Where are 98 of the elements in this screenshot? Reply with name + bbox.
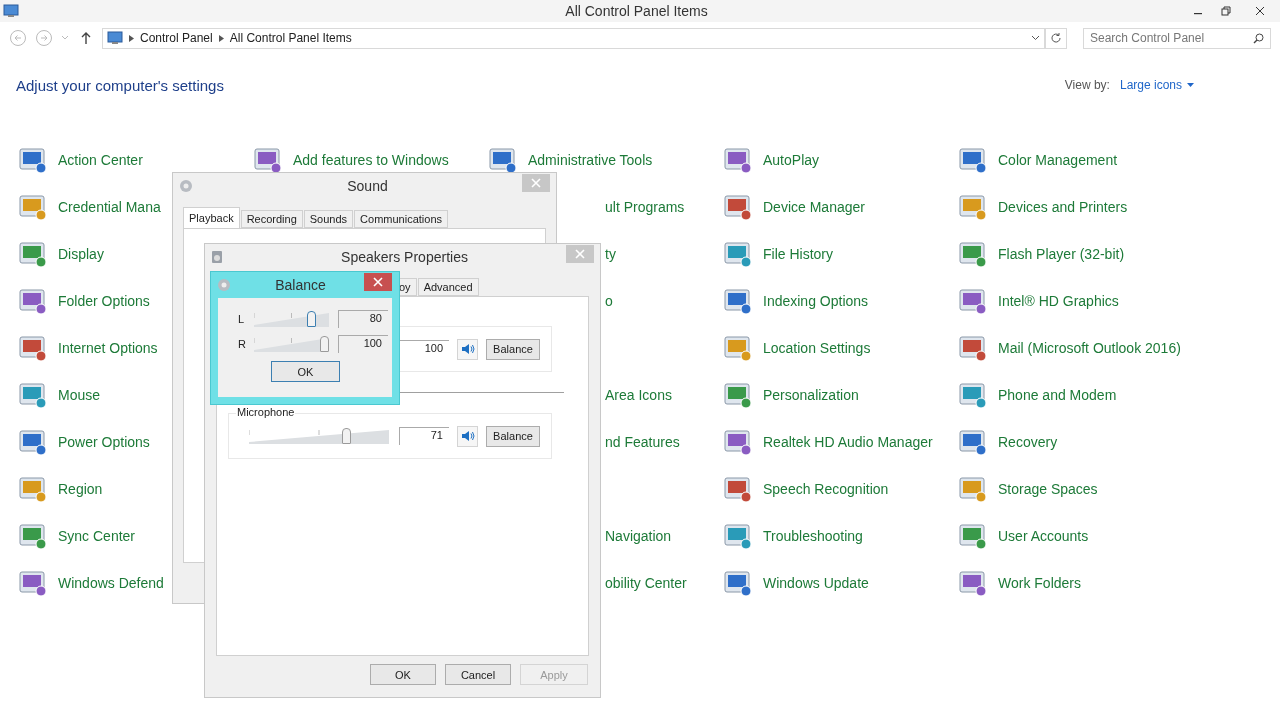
control-panel-link[interactable]: Folder Options — [58, 290, 150, 311]
balance-button[interactable]: Balance — [486, 338, 540, 360]
restore-icon — [1221, 6, 1231, 16]
control-panel-link[interactable]: Intel® HD Graphics — [998, 290, 1119, 311]
control-panel-link[interactable]: Recovery — [998, 431, 1058, 452]
back-button[interactable] — [8, 28, 28, 48]
control-panel-link[interactable]: Phone and Modem — [998, 384, 1117, 405]
control-panel-icon — [107, 31, 123, 45]
channel-label: L — [238, 312, 246, 325]
level-field[interactable]: 100 — [338, 334, 388, 353]
control-panel-link[interactable]: File History — [763, 243, 833, 264]
dialog-button[interactable]: OK — [370, 664, 436, 685]
dialog-tab[interactable]: Advanced — [417, 278, 479, 296]
view-dropdown[interactable]: Large icons — [1119, 78, 1194, 92]
control-panel-link[interactable]: Navigation — [605, 525, 672, 546]
dialog-title: Balance — [274, 277, 327, 293]
mute-button[interactable] — [457, 425, 478, 447]
balance-button[interactable]: Balance — [486, 425, 540, 447]
dialog-tab[interactable]: Sounds — [303, 210, 354, 228]
slider-thumb[interactable] — [342, 428, 351, 444]
dialog-tab[interactable]: Communications — [354, 210, 448, 228]
control-panel-link[interactable]: Action Center — [58, 149, 143, 170]
speaker-icon — [460, 343, 475, 355]
caret-icon — [1187, 83, 1194, 87]
search-field[interactable]: Search Control Panel — [1083, 27, 1271, 49]
control-panel-link[interactable]: o — [605, 290, 613, 311]
control-panel-link[interactable]: AutoPlay — [763, 149, 820, 170]
level-field[interactable]: 80 — [338, 309, 388, 328]
forward-button[interactable] — [34, 28, 54, 48]
control-panel-link[interactable]: Indexing Options — [763, 290, 869, 311]
control-panel-link[interactable]: Work Folders — [998, 572, 1081, 593]
control-panel-link[interactable]: Windows Defend — [58, 572, 164, 593]
dialog-tab[interactable]: Playback — [183, 207, 240, 228]
control-panel-link[interactable]: ult Programs — [605, 196, 685, 217]
mute-button[interactable] — [457, 338, 478, 360]
control-panel-link[interactable]: Device Manager — [763, 196, 865, 217]
control-panel-link[interactable]: Add features to Windows — [293, 149, 449, 170]
group-label: Microphone — [236, 406, 296, 418]
control-panel-link[interactable]: nd Features — [605, 431, 680, 452]
speaker-gear-icon — [179, 179, 193, 193]
slider-thumb[interactable] — [319, 335, 329, 352]
control-panel-link[interactable]: Mail (Microsoft Outlook 2016) — [998, 337, 1181, 358]
close-button[interactable] — [364, 273, 392, 291]
view-by-label: View by: — [1064, 78, 1110, 92]
control-panel-link[interactable]: Location Settings — [763, 337, 871, 358]
volume-slider[interactable] — [253, 334, 329, 353]
speaker-gear-icon — [217, 278, 231, 292]
minimize-icon — [1193, 13, 1203, 15]
breadcrumb[interactable]: Control Panel — [140, 31, 213, 45]
control-panel-link[interactable]: Power Options — [58, 431, 150, 452]
control-panel-link[interactable]: Display — [58, 243, 104, 264]
control-panel-link[interactable]: Realtek HD Audio Manager — [763, 431, 933, 452]
control-panel-link[interactable]: Mouse — [58, 384, 101, 405]
control-panel-link[interactable]: Personalization — [763, 384, 859, 405]
control-panel-link[interactable]: ty — [605, 243, 616, 264]
control-panel-link[interactable]: Administrative Tools — [528, 149, 653, 170]
control-panel-link[interactable]: obility Center — [605, 572, 687, 593]
close-icon — [373, 277, 383, 287]
close-icon — [1255, 6, 1265, 16]
channel-label: R — [238, 337, 247, 350]
control-panel-link[interactable]: Region — [58, 478, 103, 499]
control-panel-link[interactable]: Color Management — [998, 149, 1118, 170]
up-arrow-icon — [80, 31, 92, 45]
caret-icon — [61, 35, 69, 41]
chevron-icon — [129, 34, 134, 42]
control-panel-link[interactable]: Devices and Printers — [998, 196, 1128, 217]
control-panel-link[interactable]: Flash Player (32-bit) — [998, 243, 1125, 264]
address-bar[interactable]: Control Panel All Control Panel Items — [102, 27, 1045, 49]
dialog-title: Sound — [346, 178, 389, 194]
volume-slider[interactable] — [253, 309, 329, 328]
speaker-icon — [460, 430, 475, 442]
ok-button[interactable]: OK — [271, 361, 340, 382]
dialog-title: Speakers Properties — [340, 249, 469, 265]
close-icon — [531, 178, 541, 188]
control-panel-link[interactable]: Speech Recognition — [763, 478, 889, 499]
control-panel-link[interactable]: Windows Update — [763, 572, 869, 593]
refresh-button[interactable] — [1045, 27, 1067, 49]
page-heading: Adjust your computer's settings — [16, 76, 224, 94]
control-panel-link[interactable]: Storage Spaces — [998, 478, 1098, 499]
dialog-button[interactable]: Cancel — [445, 664, 511, 685]
dropdown-icon[interactable] — [1031, 35, 1040, 41]
window-title: All Control Panel Items — [564, 3, 709, 19]
control-panel-icon — [3, 4, 19, 18]
control-panel-link[interactable]: Internet Options — [58, 337, 158, 358]
close-icon — [575, 249, 585, 259]
refresh-icon — [1050, 32, 1062, 44]
control-panel-link[interactable]: Credential Mana — [58, 196, 161, 217]
level-field[interactable]: 71 — [399, 427, 449, 445]
speaker-icon — [211, 250, 223, 264]
control-panel-link[interactable]: Area Icons — [605, 384, 672, 405]
dialog-tab[interactable]: Recording — [240, 210, 303, 228]
control-panel-link[interactable]: Sync Center — [58, 525, 136, 546]
breadcrumb[interactable]: All Control Panel Items — [229, 31, 352, 45]
chevron-icon — [218, 34, 224, 42]
volume-slider[interactable] — [249, 427, 389, 445]
control-panel-link[interactable]: User Accounts — [998, 525, 1089, 546]
slider-thumb[interactable] — [306, 310, 316, 327]
control-panel-link[interactable]: Troubleshooting — [763, 525, 863, 546]
